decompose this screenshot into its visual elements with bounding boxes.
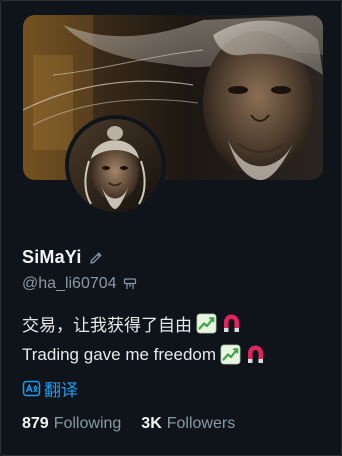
profile-card: SiMaYi @ha_li60704 交易，让我获得了自由 Trading ga… (0, 0, 342, 456)
pencil-icon[interactable] (88, 250, 104, 266)
account-badge-icon (123, 277, 137, 291)
bio-text-english: Trading gave me freedom (22, 344, 217, 364)
followers-label: Followers (166, 415, 236, 432)
magnet-emoji (245, 344, 266, 365)
avatar-image (69, 119, 162, 212)
followers-link[interactable]: 3K Followers (141, 415, 235, 433)
followers-count: 3K (141, 415, 162, 432)
translate-icon (22, 379, 41, 398)
following-link[interactable]: 879 Following (22, 415, 121, 433)
handle-row: @ha_li60704 (22, 275, 137, 293)
chart-increasing-emoji (220, 344, 241, 365)
display-name: SiMaYi (22, 247, 82, 267)
name-row: SiMaYi (22, 247, 104, 268)
profile-avatar[interactable] (65, 115, 166, 216)
translate-label: 翻译 (44, 381, 78, 400)
following-label: Following (53, 415, 122, 432)
follow-stats: 879 Following 3K Followers (22, 415, 235, 433)
following-count: 879 (22, 415, 49, 432)
translate-button[interactable]: 翻译 (22, 376, 78, 401)
bio-text-chinese: 交易，让我获得了自由 (22, 316, 192, 335)
bio-line-english: Trading gave me freedom (22, 344, 266, 365)
user-handle: @ha_li60704 (22, 275, 117, 292)
magnet-emoji (221, 313, 242, 334)
bio-line-chinese: 交易，让我获得了自由 (22, 311, 242, 336)
chart-increasing-emoji (196, 313, 217, 334)
